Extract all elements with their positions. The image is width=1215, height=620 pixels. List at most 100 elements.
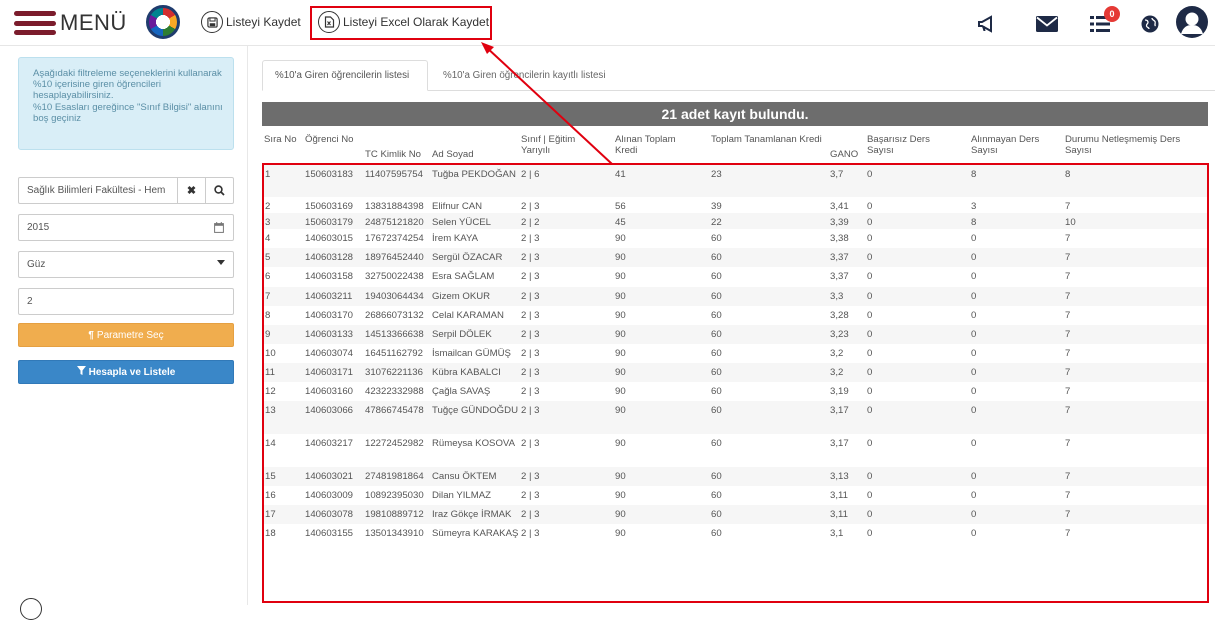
cell-ad: Sümeyra KARAKAŞ bbox=[432, 528, 519, 539]
cell-tc: 17672374254 bbox=[365, 233, 424, 244]
table-row[interactable]: 16 140603009 10892395030 Dilan YILMAZ 2 | 3 9… bbox=[264, 486, 1207, 505]
save-list-button[interactable]: Listeyi Kaydet bbox=[201, 10, 301, 34]
cell-sinif: 2 | 3 bbox=[521, 405, 540, 416]
cell-sinif: 2 | 3 bbox=[521, 201, 540, 212]
tab-bar: %10'a Giren öğrencilerin listesi %10'a G… bbox=[262, 60, 1215, 91]
cell-sira: 5 bbox=[265, 252, 271, 263]
cell-tanamlanan: 60 bbox=[711, 291, 722, 302]
header-netlesmemis[interactable]: Durumu Netleşmemiş Ders Sayısı bbox=[1065, 134, 1205, 156]
table-row[interactable]: 13 140603066 47866745478 Tuğçe GÜNDOĞDU 2 | … bbox=[264, 401, 1207, 434]
menu-button[interactable]: MENÜ bbox=[14, 10, 127, 36]
header-tanamlanan[interactable]: Toplam Tanamlanan Kredi bbox=[711, 134, 831, 145]
save-list-label: Listeyi Kaydet bbox=[226, 15, 301, 29]
table-row[interactable]: 5 140603128 18976452440 Sergül ÖZACAR 2 | 3 9… bbox=[264, 248, 1207, 267]
cell-ad: Sergül ÖZACAR bbox=[432, 252, 503, 263]
cell-ad: İsmailcan GÜMÜŞ bbox=[432, 348, 511, 359]
cell-ad: Esra SAĞLAM bbox=[432, 271, 495, 282]
cell-netlesmemis: 7 bbox=[1065, 471, 1071, 482]
cell-gano: 3,7 bbox=[830, 169, 844, 180]
cell-basarisiz: 0 bbox=[867, 509, 873, 520]
table-header: Sıra No Öğrenci No TC Kimlik No Ad Soyad… bbox=[262, 134, 1208, 162]
table-row[interactable]: 10 140603074 16451162792 İsmailcan GÜMÜŞ 2 |… bbox=[264, 344, 1207, 363]
cell-basarisiz: 0 bbox=[867, 348, 873, 359]
cell-netlesmemis: 10 bbox=[1065, 217, 1076, 228]
cell-tc: 11407595754 bbox=[365, 169, 423, 180]
cell-gano: 3,11 bbox=[830, 509, 848, 520]
table-row[interactable]: 12 140603160 42322332988 Çağla SAVAŞ 2 | 3 90… bbox=[264, 382, 1207, 401]
faculty-select[interactable]: Sağlık Bilimleri Fakültesi - Hem ✖ bbox=[18, 177, 234, 204]
table-row[interactable]: 15 140603021 27481981864 Cansu ÖKTEM 2 | 3 90… bbox=[264, 467, 1207, 486]
table-row[interactable]: 18 140603155 13501343910 Sümeyra KARAKAŞ 2 |… bbox=[264, 524, 1207, 547]
term-select[interactable]: Güz bbox=[18, 251, 234, 278]
cell-ad: Cansu ÖKTEM bbox=[432, 471, 497, 482]
notification-badge: 0 bbox=[1104, 6, 1120, 22]
table-row[interactable]: 14 140603217 12272452982 Rümeysa KOSOVA 2 | … bbox=[264, 434, 1207, 467]
cell-basarisiz: 0 bbox=[867, 217, 873, 228]
cell-sira: 8 bbox=[265, 310, 271, 321]
calculate-list-label: Hesapla ve Listele bbox=[88, 366, 176, 378]
cell-tc: 19403064434 bbox=[365, 291, 424, 302]
cell-sira: 14 bbox=[265, 438, 276, 449]
table-row[interactable]: 3 150603179 24875121820 Selen YÜCEL 2 | 2 45 2… bbox=[264, 213, 1207, 229]
table-row[interactable]: 11 140603171 31076221136 Kübra KABALCI 2 | 3… bbox=[264, 363, 1207, 382]
class-input[interactable]: 2 bbox=[18, 288, 234, 315]
university-logo[interactable] bbox=[146, 5, 180, 39]
table-row[interactable]: 9 140603133 14513366638 Serpil DÖLEK 2 | 3 90… bbox=[264, 325, 1207, 344]
header-sinif[interactable]: Sınıf | Eğitim Yarıyılı bbox=[521, 134, 591, 156]
envelope-icon[interactable] bbox=[1035, 12, 1059, 36]
student-table: 1 150603183 11407595754 Tuğba PEKDOĞAN 2 | 6… bbox=[262, 163, 1209, 603]
search-icon[interactable] bbox=[205, 178, 233, 203]
scroll-top-icon[interactable] bbox=[20, 598, 42, 620]
cell-alinmayan: 0 bbox=[971, 528, 977, 539]
cell-tc: 10892395030 bbox=[365, 490, 424, 501]
cell-netlesmemis: 7 bbox=[1065, 310, 1071, 321]
task-list-icon[interactable]: 0 bbox=[1088, 6, 1120, 36]
floppy-disk-icon bbox=[201, 11, 223, 33]
table-row[interactable]: 17 140603078 19810889712 Iraz Gökçe İRMAK 2 … bbox=[264, 505, 1207, 524]
cell-alinan: 41 bbox=[615, 169, 626, 180]
header-gano[interactable]: GANO bbox=[830, 149, 866, 160]
parameter-select-button[interactable]: ¶ Parametre Seç bbox=[18, 323, 234, 347]
cell-netlesmemis: 7 bbox=[1065, 386, 1071, 397]
header-alinan[interactable]: Alınan Toplam Kredi bbox=[615, 134, 695, 156]
tab-list[interactable]: %10'a Giren öğrencilerin listesi bbox=[262, 60, 428, 91]
cell-alinan: 90 bbox=[615, 367, 626, 378]
cell-basarisiz: 0 bbox=[867, 169, 873, 180]
cell-ad: Dilan YILMAZ bbox=[432, 490, 492, 501]
table-row[interactable]: 4 140603015 17672374254 İrem KAYA 2 | 3 90 60 3… bbox=[264, 229, 1207, 248]
calendar-icon[interactable] bbox=[214, 222, 224, 236]
header-ad[interactable]: Ad Soyad bbox=[432, 149, 520, 160]
table-row[interactable]: 6 140603158 32750022438 Esra SAĞLAM 2 | 3 90 6… bbox=[264, 267, 1207, 287]
cell-alinan: 90 bbox=[615, 490, 626, 501]
globe-icon[interactable] bbox=[1138, 12, 1162, 36]
cell-netlesmemis: 7 bbox=[1065, 329, 1071, 340]
header-sira[interactable]: Sıra No bbox=[264, 134, 298, 145]
table-row[interactable]: 1 150603183 11407595754 Tuğba PEKDOĞAN 2 | 6… bbox=[264, 165, 1207, 197]
year-input[interactable]: 2015 bbox=[18, 214, 234, 241]
calculate-list-button[interactable]: Hesapla ve Listele bbox=[18, 360, 234, 384]
cell-sinif: 2 | 3 bbox=[521, 509, 540, 520]
parameter-select-label: Parametre Seç bbox=[96, 329, 164, 341]
cell-tc: 47866745478 bbox=[365, 405, 424, 416]
header-ogrenci[interactable]: Öğrenci No bbox=[305, 134, 355, 145]
cell-tc: 24875121820 bbox=[365, 217, 424, 228]
header-alinmayan[interactable]: Alınmayan Ders Sayısı bbox=[971, 134, 1051, 156]
cell-sira: 9 bbox=[265, 329, 271, 340]
cell-alinan: 90 bbox=[615, 386, 626, 397]
cell-alinmayan: 8 bbox=[971, 169, 977, 180]
header-basarisiz[interactable]: Başarısız Ders Sayısı bbox=[867, 134, 947, 156]
user-avatar-icon[interactable] bbox=[1176, 6, 1208, 38]
cell-ad: Iraz Gökçe İRMAK bbox=[432, 509, 512, 520]
megaphone-icon[interactable] bbox=[974, 12, 998, 36]
table-row[interactable]: 8 140603170 26866073132 Celal KARAMAN 2 | 3 9… bbox=[264, 306, 1207, 325]
table-row[interactable]: 2 150603169 13831884398 Elifnur CAN 2 | 3 56 3… bbox=[264, 197, 1207, 213]
cell-tanamlanan: 22 bbox=[711, 217, 722, 228]
tab-saved-list[interactable]: %10'a Giren öğrencilerin kayıtlı listesi bbox=[431, 60, 618, 91]
cell-sinif: 2 | 3 bbox=[521, 329, 540, 340]
cell-basarisiz: 0 bbox=[867, 201, 873, 212]
header-tc[interactable]: TC Kimlik No bbox=[365, 149, 435, 160]
cell-ogrenci: 140603066 bbox=[305, 405, 354, 416]
clear-icon[interactable]: ✖ bbox=[177, 178, 205, 203]
cell-alinan: 45 bbox=[615, 217, 626, 228]
table-row[interactable]: 7 140603211 19403064434 Gizem OKUR 2 | 3 90 60… bbox=[264, 287, 1207, 306]
